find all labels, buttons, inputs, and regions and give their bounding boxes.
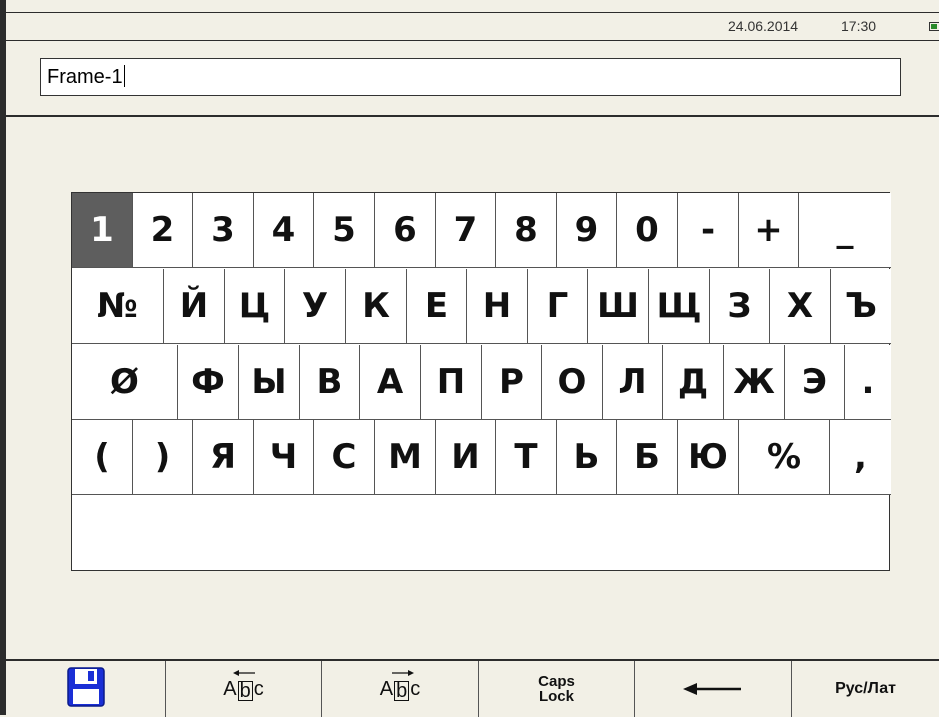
- key-em[interactable]: М: [375, 420, 436, 495]
- save-button[interactable]: [6, 661, 166, 717]
- key-pe[interactable]: П: [421, 345, 482, 420]
- key-be[interactable]: Б: [617, 420, 678, 495]
- battery-icon: [929, 22, 939, 31]
- keyboard-row-2: № Й Ц У К Е Н Г Ш Щ З Х Ъ: [72, 269, 891, 344]
- cursor-left-icon: [233, 669, 256, 676]
- key-open-paren[interactable]: (: [72, 420, 133, 495]
- cursor-left-label: A b c: [223, 669, 264, 702]
- key-ef[interactable]: Ф: [178, 345, 239, 420]
- keyboard-row-3: Ø Ф Ы В А П Р О Л Д Ж Э .: [72, 345, 891, 420]
- text-caret: [123, 65, 125, 87]
- cursor-right-c: c: [410, 677, 421, 700]
- key-e[interactable]: Э: [785, 345, 845, 420]
- key-sha[interactable]: Ш: [588, 269, 649, 344]
- key-5[interactable]: 5: [314, 193, 375, 268]
- cursor-right-icon: [391, 669, 414, 676]
- key-o-slash[interactable]: Ø: [72, 345, 178, 420]
- backspace-arrow-icon: [683, 683, 741, 695]
- key-1[interactable]: 1: [72, 193, 133, 268]
- key-2[interactable]: 2: [133, 193, 193, 268]
- key-soft-sign[interactable]: Ь: [557, 420, 617, 495]
- key-9[interactable]: 9: [557, 193, 617, 268]
- caps-lock-label: Caps Lock: [538, 674, 575, 704]
- cursor-right-a: A: [379, 677, 394, 700]
- key-hard-sign[interactable]: Ъ: [831, 269, 891, 344]
- key-3[interactable]: 3: [193, 193, 254, 268]
- language-toggle-label: Рус/Лат: [835, 680, 896, 697]
- key-o[interactable]: О: [542, 345, 603, 420]
- key-underscore[interactable]: _: [799, 193, 891, 268]
- status-bar: 24.06.2014 17:30: [6, 12, 939, 41]
- key-de[interactable]: Д: [663, 345, 724, 420]
- language-toggle-button[interactable]: Рус/Лат: [792, 661, 939, 717]
- cursor-right-button[interactable]: A b c: [322, 661, 479, 717]
- input-panel: Frame-1: [6, 40, 939, 117]
- key-percent[interactable]: %: [739, 420, 830, 495]
- key-ze[interactable]: З: [710, 269, 770, 344]
- key-shcha[interactable]: Щ: [649, 269, 710, 344]
- key-te[interactable]: Т: [496, 420, 557, 495]
- keyboard-row-4: ( ) Я Ч С М И Т Ь Б Ю % ,: [72, 420, 891, 495]
- keyboard-row-1: 1 2 3 4 5 6 7 8 9 0 - + _: [72, 193, 891, 268]
- key-period[interactable]: .: [845, 345, 891, 420]
- key-el[interactable]: Л: [603, 345, 663, 420]
- floppy-disk-icon: [66, 667, 105, 711]
- on-screen-keyboard: 1 2 3 4 5 6 7 8 9 0 - + _ № Й Ц У К Е Н …: [71, 192, 891, 571]
- text-input-field[interactable]: Frame-1: [40, 58, 901, 96]
- key-en[interactable]: Н: [467, 269, 528, 344]
- caps-lock-button[interactable]: Caps Lock: [479, 661, 635, 717]
- key-a[interactable]: А: [360, 345, 421, 420]
- key-plus[interactable]: +: [739, 193, 799, 268]
- key-ye[interactable]: Е: [407, 269, 467, 344]
- key-6[interactable]: 6: [375, 193, 436, 268]
- key-short-i[interactable]: Й: [164, 269, 225, 344]
- key-ve[interactable]: В: [300, 345, 360, 420]
- key-i[interactable]: И: [436, 420, 496, 495]
- cursor-left-button[interactable]: A b c: [166, 661, 322, 717]
- key-minus[interactable]: -: [678, 193, 739, 268]
- status-date: 24.06.2014: [728, 18, 799, 34]
- key-4[interactable]: 4: [254, 193, 314, 268]
- key-0[interactable]: 0: [617, 193, 678, 268]
- cursor-left-a: A: [223, 677, 237, 700]
- key-kha[interactable]: Х: [770, 269, 831, 344]
- key-che[interactable]: Ч: [254, 420, 314, 495]
- key-ya[interactable]: Я: [193, 420, 254, 495]
- key-comma[interactable]: ,: [830, 420, 891, 495]
- key-zhe[interactable]: Ж: [724, 345, 785, 420]
- key-tse[interactable]: Ц: [225, 269, 285, 344]
- key-er[interactable]: Р: [482, 345, 542, 420]
- cursor-left-b: b: [237, 679, 253, 702]
- bottom-toolbar: A b c A b c Caps Lock Рус/Лат: [6, 659, 939, 717]
- status-time: 17:30: [841, 18, 877, 34]
- cursor-right-label: A b c: [379, 669, 421, 702]
- key-close-paren[interactable]: ): [133, 420, 193, 495]
- key-yery[interactable]: Ы: [239, 345, 300, 420]
- text-input-value: Frame-1: [47, 66, 123, 88]
- key-ge[interactable]: Г: [528, 269, 588, 344]
- backspace-button[interactable]: [635, 661, 792, 717]
- key-numero[interactable]: №: [72, 269, 164, 344]
- caps-lock-line1: Caps: [538, 673, 575, 690]
- cursor-right-b: b: [394, 679, 410, 702]
- caps-lock-line2: Lock: [538, 688, 574, 705]
- key-yu[interactable]: Ю: [678, 420, 739, 495]
- key-8[interactable]: 8: [496, 193, 557, 268]
- key-ka[interactable]: К: [346, 269, 407, 344]
- cursor-left-c: c: [253, 677, 264, 700]
- key-es[interactable]: С: [314, 420, 375, 495]
- key-u[interactable]: У: [285, 269, 346, 344]
- key-7[interactable]: 7: [436, 193, 496, 268]
- keyboard-empty-row: [72, 496, 891, 571]
